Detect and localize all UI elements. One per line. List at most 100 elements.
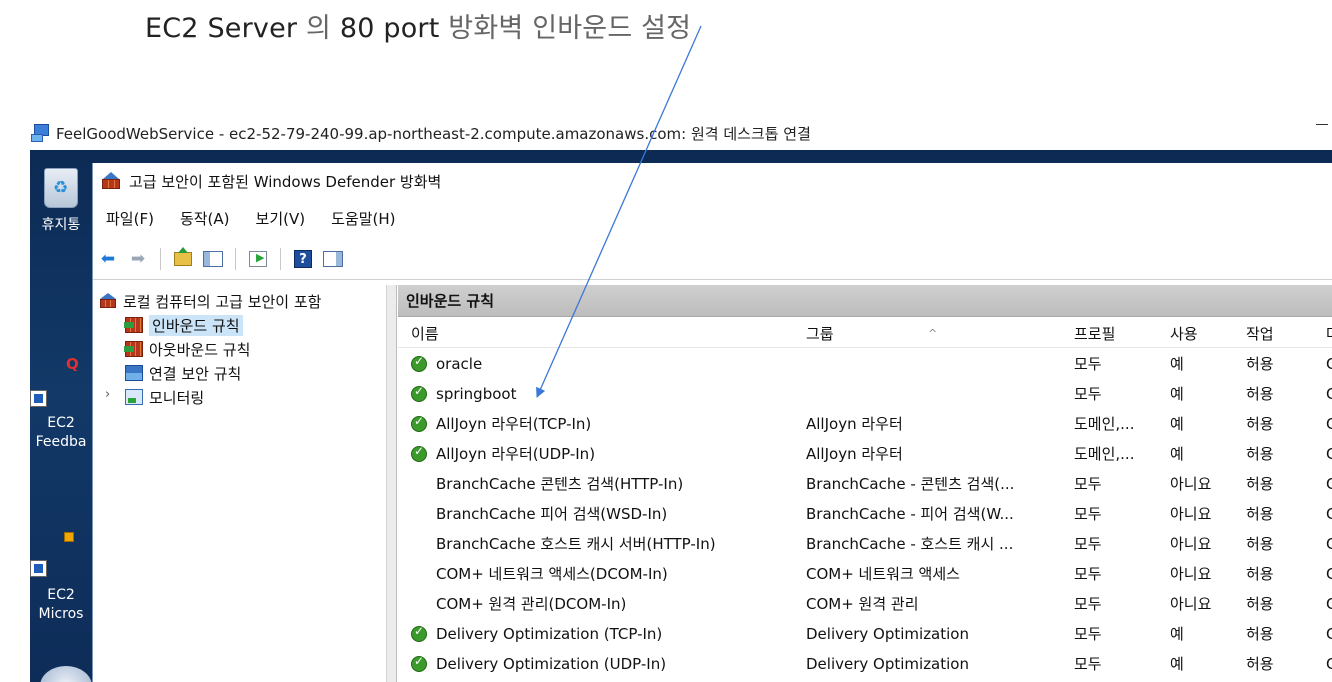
column-header-enabled[interactable]: 사용 [1170,320,1246,348]
rule-group: Delivery Optimization [806,625,969,643]
tree-item-connection-security-rules[interactable]: 연결 보안 규칙 [125,361,241,385]
shortcut-arrow-icon [30,560,47,577]
enabled-check-icon [411,414,427,432]
forward-icon[interactable]: ➡ [126,248,150,270]
outbound-rules-icon [124,341,143,357]
rule-action: 허용 [1246,415,1274,433]
rule-enabled: 아니요 [1170,565,1212,583]
menu-action[interactable]: 동작(A) [167,207,243,231]
rule-group: BranchCache - 콘텐츠 검색(... [806,475,1015,493]
rule-action: 허용 [1246,565,1274,583]
rule-row[interactable]: COM+ 네트워크 액세스(DCOM-In) COM+ 네트워크 액세스 모두 아니요… [398,559,1332,589]
rule-more: C [1326,625,1332,643]
menu-view[interactable]: 보기(V) [243,207,319,231]
rule-name: BranchCache 콘텐츠 검색(HTTP-In) [436,475,684,493]
rule-row[interactable]: Delivery Optimization (UDP-In) Delivery O… [398,649,1332,679]
caption-particle: 의 [297,13,340,44]
export-icon [249,251,267,267]
column-header-action[interactable]: 작업 [1246,320,1316,348]
rule-row[interactable]: BranchCache 콘텐츠 검색(HTTP-In) BranchCache -… [398,469,1332,499]
connection-security-icon [125,365,143,381]
desktop-icon-ec2-microsoft[interactable]: EC2 Micros [30,586,92,624]
rules-pane-title: 인바운드 규칙 [406,292,495,310]
desktop-icon-ec2-feedback[interactable]: EC2 Feedba [30,414,92,452]
monitoring-icon [125,389,143,405]
rule-group: AllJoyn 라우터 [806,445,903,463]
tree-item-outbound-rules[interactable]: 아웃바운드 규칙 [124,337,250,361]
rule-action: 허용 [1246,505,1274,523]
rule-name: COM+ 원격 관리(DCOM-In) [436,595,627,613]
show-hide-action-pane-button[interactable] [321,248,345,270]
rule-action: 허용 [1246,385,1274,403]
rule-profile: 도메인,... [1074,445,1135,463]
console-tree-icon [203,251,223,267]
toolbar-separator [160,248,161,270]
help-button[interactable]: ? [291,248,315,270]
show-hide-tree-button[interactable] [201,248,225,270]
menu-file[interactable]: 파일(F) [93,207,167,231]
tree-item-monitoring[interactable]: 모니터링 [125,385,204,409]
expand-chevron-icon[interactable]: › [105,387,110,402]
rules-pane-heading: 인바운드 규칙 [398,285,1332,317]
toolbar: ⬅ ➡ ? [93,245,348,273]
rule-more: C [1326,505,1332,523]
firewall-window-title: 고급 보안이 포함된 Windows Defender 방화벽 [129,172,442,191]
enabled-check-icon [411,654,427,672]
column-header-profile[interactable]: 프로필 [1074,320,1160,348]
rule-action: 허용 [1246,595,1274,613]
column-header-name[interactable]: 이름 [411,320,796,348]
back-icon[interactable]: ⬅ [96,248,120,270]
rdp-window-title: FeelGoodWebService - ec2-52-79-240-99.ap… [56,124,811,143]
rdp-title-bar: FeelGoodWebService - ec2-52-79-240-99.ap… [0,116,1332,150]
toolbar-divider [93,279,1332,280]
rule-enabled: 예 [1170,625,1184,643]
rule-group: AllJoyn 라우터 [806,415,903,433]
rule-row[interactable]: oracle 모두 예 허용 C [398,349,1332,379]
pane-splitter[interactable] [386,285,397,682]
tree-item-inbound-rules[interactable]: 인바운드 규칙 [124,313,243,337]
rule-row[interactable]: AllJoyn 라우터(UDP-In) AllJoyn 라우터 도메인,... 예 허용… [398,439,1332,469]
rule-more: C [1326,595,1332,613]
rule-enabled: 아니요 [1170,535,1212,553]
remote-desktop-icon [30,123,52,143]
rule-more: C [1326,655,1332,673]
package-icon [64,532,74,542]
rule-action: 허용 [1246,475,1274,493]
firewall-icon [101,172,121,190]
rule-row[interactable]: BranchCache 피어 검색(WSD-In) BranchCache - 피… [398,499,1332,529]
rule-group: Delivery Optimization [806,655,969,673]
rule-group: BranchCache - 피어 검색(W... [806,505,1014,523]
rule-name: AllJoyn 라우터(UDP-In) [436,445,596,463]
rule-enabled: 예 [1170,355,1184,373]
recycle-bin-icon[interactable] [44,168,78,208]
rule-profile: 모두 [1074,565,1102,583]
disc-icon [40,666,92,682]
rule-action: 허용 [1246,445,1274,463]
rule-more: C [1326,475,1332,493]
rules-table-header: 이름 그룹 ^ 프로필 사용 작업 다 [398,320,1332,348]
rule-row[interactable]: COM+ 원격 관리(DCOM-In) COM+ 원격 관리 모두 아니요 허용 C [398,589,1332,619]
desktop-icon-recycle-label[interactable]: 휴지통 [30,216,92,235]
rule-row[interactable]: AllJoyn 라우터(TCP-In) AllJoyn 라우터 도메인,... 예 허용… [398,409,1332,439]
console-tree: 로컬 컴퓨터의 고급 보안이 포함 인바운드 규칙 아웃바운드 규칙 연결 보안… [93,285,386,682]
tree-root[interactable]: 로컬 컴퓨터의 고급 보안이 포함 [99,289,321,313]
folder-up-icon [174,247,192,266]
rule-row[interactable]: Delivery Optimization (TCP-In) Delivery O… [398,619,1332,649]
enabled-check-icon [411,444,427,462]
column-header-more[interactable]: 다 [1326,320,1332,348]
app-logo-icon: Q [66,355,79,373]
rule-name: oracle [436,355,483,373]
tree-item-label: 연결 보안 규칙 [149,364,242,383]
rule-row[interactable]: BranchCache 호스트 캐시 서버(HTTP-In) BranchCach… [398,529,1332,559]
desktop-icon-label: EC2 [47,415,75,431]
rule-enabled: 아니요 [1170,475,1212,493]
rule-more: C [1326,385,1332,403]
enabled-check-icon [411,384,427,402]
minimize-button[interactable] [1316,124,1328,125]
rule-enabled: 아니요 [1170,505,1212,523]
export-list-button[interactable] [246,248,270,270]
desktop-icon-label: Feedba [35,434,87,450]
up-folder-button[interactable] [171,247,195,270]
rule-row[interactable]: springboot 모두 예 허용 C [398,379,1332,409]
menu-help[interactable]: 도움말(H) [318,207,408,231]
